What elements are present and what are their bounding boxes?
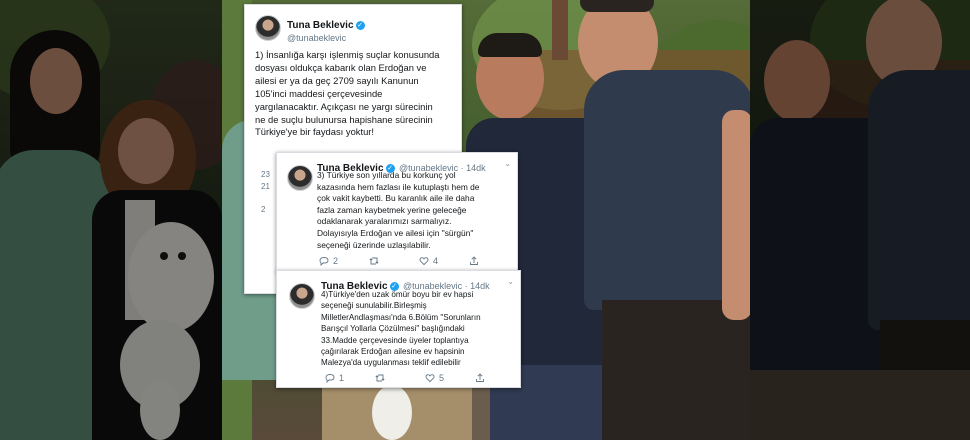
man-left-hair [478, 33, 542, 57]
avatar[interactable] [255, 15, 281, 41]
share-button[interactable] [469, 256, 519, 266]
retweet-count-partial: 21 [261, 182, 270, 191]
chevron-down-icon[interactable]: ⌄ [507, 277, 514, 286]
chevron-down-icon[interactable]: ⌄ [504, 159, 511, 168]
author-handle[interactable]: @tunabeklevic [287, 33, 365, 43]
heart-icon [425, 374, 435, 383]
tweet-text: 1) İnsanlığa karşı işlenmiş suçlar konus… [255, 49, 440, 138]
heart-icon [419, 257, 429, 266]
reply-count: 2 [333, 256, 339, 266]
reply-button[interactable]: 2 [319, 256, 369, 266]
author-name[interactable]: Tuna Beklevic [287, 20, 354, 31]
tweet-card-3[interactable]: Tuna Beklevic ✓ @tunabeklevic · 14dk ⌄ 4)… [276, 270, 521, 388]
avatar[interactable] [289, 283, 315, 309]
tweet-card-2[interactable]: Tuna Beklevic ✓ @tunabeklevic · 14dk ⌄ 3)… [276, 152, 518, 272]
tweet-actions: 2 4 [319, 256, 519, 266]
share-icon [476, 373, 484, 382]
retweet-button[interactable] [375, 373, 425, 383]
reply-count-partial: 23 [261, 170, 270, 179]
verified-badge-icon: ✓ [355, 21, 365, 30]
right-photo-panel [750, 0, 970, 440]
reply-count: 1 [339, 373, 345, 383]
reply-icon [325, 374, 335, 383]
like-count: 4 [433, 256, 439, 266]
like-button[interactable]: 4 [419, 256, 469, 266]
reply-icon [319, 257, 329, 266]
retweet-button[interactable] [369, 256, 419, 266]
retweet-icon [375, 374, 385, 382]
left-photo-panel [0, 0, 222, 440]
share-icon [470, 256, 478, 265]
share-button[interactable] [475, 373, 525, 383]
tweet-text: 3) Türkiye son yıllarda bu korkunç yol k… [317, 170, 480, 250]
tweet-text: 4)Türkiye'den uzak ömür boyu bir ev haps… [321, 290, 481, 368]
like-count-partial: 2 [261, 205, 266, 214]
reply-button[interactable]: 1 [325, 373, 375, 383]
avatar[interactable] [287, 165, 313, 191]
tweet-actions: 1 5 [325, 373, 525, 383]
retweet-icon [369, 257, 379, 265]
like-count: 5 [439, 373, 445, 383]
like-button[interactable]: 5 [425, 373, 475, 383]
